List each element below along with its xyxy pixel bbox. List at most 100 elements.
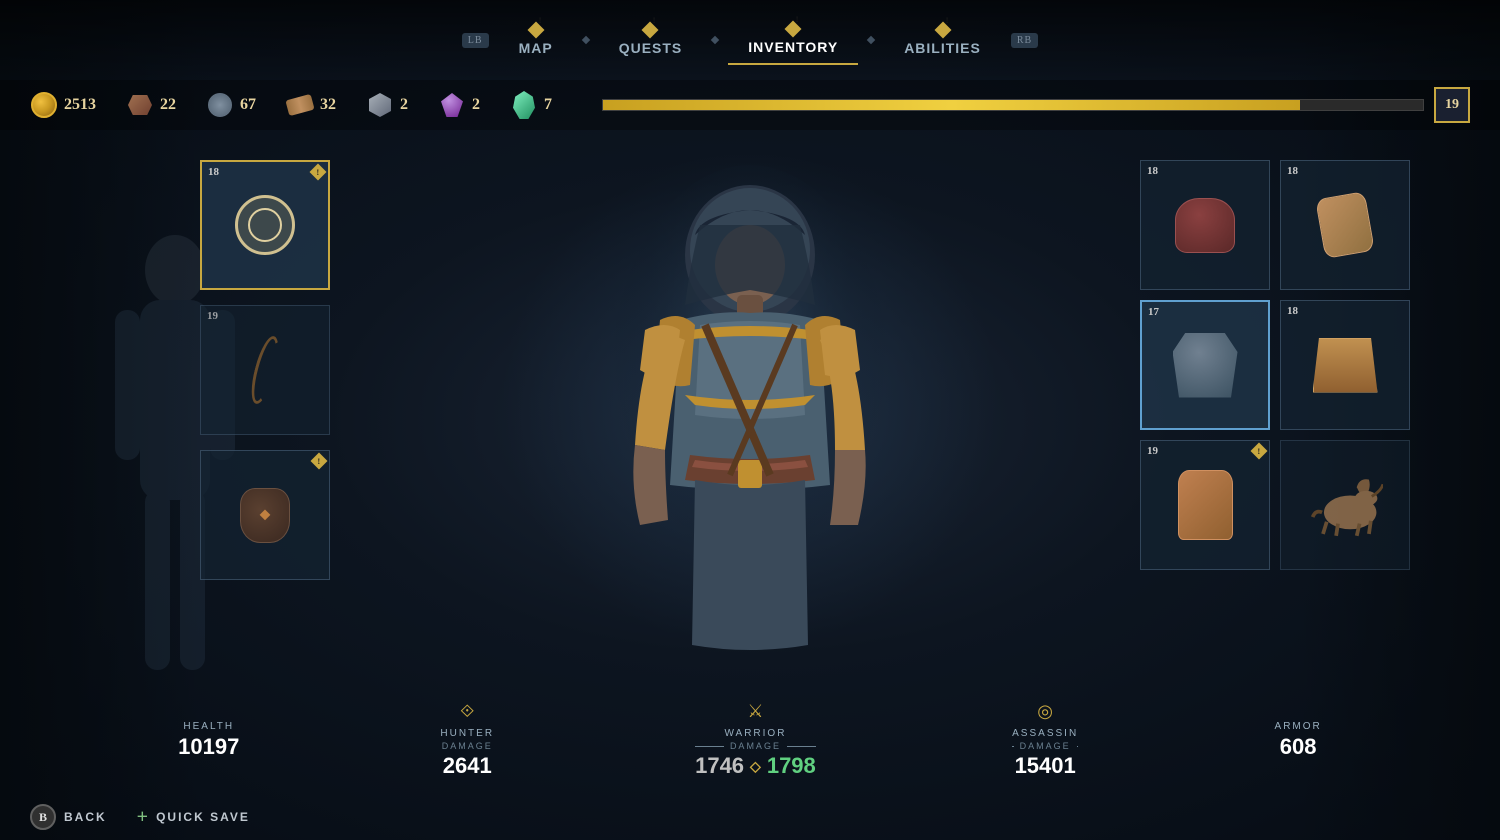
quick-save-control[interactable]: + Quick Save xyxy=(137,806,250,829)
crystal-icon xyxy=(510,91,538,119)
stats-bar: Health 10197 ⟐ Hunter Damage 2641 ⚔ Warr… xyxy=(0,700,1500,780)
weapon-secondary-slot[interactable]: 19 xyxy=(200,305,330,435)
gold-count: 2513 xyxy=(64,96,96,114)
warrior-divider: Damage xyxy=(695,741,816,751)
warrior-arrow-icon: ◇ xyxy=(750,758,761,775)
nav-sep-1 xyxy=(581,36,589,44)
health-label: Health xyxy=(183,721,234,732)
divider-left xyxy=(1012,746,1014,747)
armor-value: 608 xyxy=(1280,734,1317,760)
leather-count: 22 xyxy=(160,96,176,114)
metal-icon xyxy=(366,91,394,119)
wood-icon xyxy=(286,91,314,119)
weapon-main-exclaim-icon xyxy=(310,164,327,181)
health-value: 10197 xyxy=(178,734,239,760)
nav-item-map[interactable]: Map xyxy=(499,16,573,64)
inventory-nav-icon xyxy=(785,21,802,38)
resource-crystal: 7 xyxy=(510,91,552,119)
waist-item xyxy=(1300,320,1390,410)
head-slot[interactable]: 18 xyxy=(1140,160,1270,290)
resources-bar: 2513 22 67 32 2 2 7 xyxy=(0,80,1500,130)
resource-gem-purple: 2 xyxy=(438,91,480,119)
resource-wood: 32 xyxy=(286,91,336,119)
level-badge: 19 xyxy=(1434,87,1470,123)
resource-leather: 22 xyxy=(126,91,176,119)
hunter-divider: Damage xyxy=(436,741,499,751)
warrior-label: Warrior xyxy=(724,728,786,739)
waist-slot-level: 18 xyxy=(1287,305,1298,317)
bracer-slot-level: 18 xyxy=(1287,165,1298,177)
head-slot-level: 18 xyxy=(1147,165,1158,177)
assassin-divider: Damage xyxy=(1012,741,1078,751)
leather-icon xyxy=(126,91,154,119)
assassin-label: Assassin xyxy=(1012,728,1078,739)
nav-sep-3 xyxy=(867,36,875,44)
weapon-secondary-item xyxy=(220,325,310,415)
warrior-sublabel: Damage xyxy=(730,741,781,751)
armor-label: Armor xyxy=(1275,721,1322,732)
nav-lb-button[interactable]: LB xyxy=(462,33,489,48)
chest-slot[interactable]: 17 xyxy=(1140,300,1270,430)
bracer-slot[interactable]: 18 xyxy=(1280,160,1410,290)
legs-slot[interactable]: 19 xyxy=(1140,440,1270,570)
assassin-icon: ◎ xyxy=(1037,701,1053,722)
bracer-item xyxy=(1300,180,1390,270)
legs-slot-level: 19 xyxy=(1147,445,1158,457)
warrior-value-pair: 1746 ◇ 1798 xyxy=(695,753,816,779)
nav-item-abilities[interactable]: Abilities xyxy=(884,16,1001,64)
weapon-main-slot[interactable]: 18 xyxy=(200,160,330,290)
hunter-sublabel: Damage xyxy=(442,741,493,751)
stat-hunter: ⟐ Hunter Damage 2641 xyxy=(436,701,499,779)
consumable-exclaim-icon xyxy=(311,453,328,470)
chest-slot-level: 17 xyxy=(1148,306,1159,318)
back-button-label: B xyxy=(39,810,47,825)
legs-item xyxy=(1160,460,1250,550)
divider-right xyxy=(1077,746,1079,747)
hunter-icon: ⟐ xyxy=(460,701,474,722)
mount-slot[interactable] xyxy=(1280,440,1410,570)
weapon-main-level: 18 xyxy=(208,166,219,178)
stat-assassin: ◎ Assassin Damage 15401 xyxy=(1012,701,1078,779)
quests-nav-icon xyxy=(642,22,659,39)
resource-metal: 2 xyxy=(366,91,408,119)
consumable-item xyxy=(220,470,310,560)
nav-sep-2 xyxy=(711,36,719,44)
xp-bar-container: 19 xyxy=(602,87,1470,123)
left-equipment-slots: 18 19 xyxy=(200,160,360,580)
map-nav-icon xyxy=(527,22,544,39)
gem-purple-count: 2 xyxy=(472,96,480,114)
character-figure xyxy=(550,130,950,760)
stone-icon xyxy=(206,91,234,119)
abilities-nav-icon xyxy=(934,22,951,39)
assassin-sublabel: Damage xyxy=(1020,741,1071,751)
abilities-nav-label: Abilities xyxy=(904,40,981,56)
stat-warrior: ⚔ Warrior Damage 1746 ◇ 1798 xyxy=(695,701,816,779)
right-slots-grid: 18 18 17 18 xyxy=(1140,160,1440,570)
waist-slot[interactable]: 18 xyxy=(1280,300,1410,430)
back-button[interactable]: B xyxy=(30,804,56,830)
right-equipment-slots: 18 18 17 18 xyxy=(1140,160,1440,570)
divider-right xyxy=(787,746,816,747)
hunter-label: Hunter xyxy=(440,728,494,739)
warrior-new-value: 1798 xyxy=(767,753,816,779)
consumable-slot[interactable] xyxy=(200,450,330,580)
gold-icon xyxy=(30,91,58,119)
back-control[interactable]: B Back xyxy=(30,804,107,830)
character-area: 18 19 xyxy=(0,130,1500,760)
resource-gold: 2513 xyxy=(30,91,96,119)
bottom-controls: B Back + Quick Save xyxy=(30,804,250,830)
hunter-value: 2641 xyxy=(443,753,492,779)
quick-save-icon: + xyxy=(137,806,148,829)
stat-armor: Armor 608 xyxy=(1275,721,1322,760)
quick-save-label: Quick Save xyxy=(156,810,250,824)
inventory-nav-label: Inventory xyxy=(748,39,838,55)
nav-rb-button[interactable]: RB xyxy=(1011,33,1038,48)
mount-item xyxy=(1300,460,1390,550)
crystal-count: 7 xyxy=(544,96,552,114)
nav-item-quests[interactable]: Quests xyxy=(599,16,703,64)
back-label: Back xyxy=(64,810,107,824)
weapon-secondary-level: 19 xyxy=(207,310,218,322)
stat-health: Health 10197 xyxy=(178,721,239,760)
nav-item-inventory[interactable]: Inventory xyxy=(728,15,858,65)
main-navigation: LB Map Quests Inventory Abilities RB xyxy=(0,0,1500,80)
